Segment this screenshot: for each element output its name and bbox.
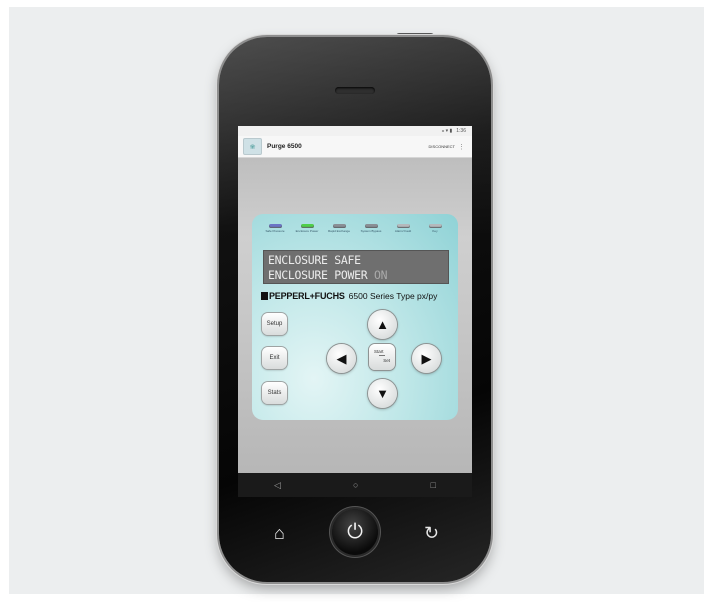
set-label: Set [383,358,390,363]
lcd-line-1: ENCLOSURE SAFE [268,253,361,267]
start-label: Start [374,349,384,354]
app-bar: ❀ Purge 6500 DISCONNECT ⋮ [238,136,472,158]
arrow-right-button[interactable]: ▶ [412,344,441,373]
led-system-bypass: System Bypass [356,224,386,234]
led-label: Alarm/ Fault [394,229,412,233]
brand-line: PEPPERL+FUCHS 6500 Series Type px/py [261,291,457,301]
power-button[interactable]: ⏻ [332,509,378,555]
lcd-line-2-suffix: ON [373,268,388,282]
status-bar: ⁎ ▾ ▮ 1:36 [238,126,472,136]
status-icons: ⁎ ▾ ▮ [441,128,453,134]
led-indicator [268,224,282,228]
power-icon: ⏻ [347,520,363,543]
overflow-menu-icon[interactable]: ⋮ [458,143,465,151]
disconnect-button[interactable]: DISCONNECT [429,144,455,149]
brand-logo-icon [261,292,268,300]
led-enclosure-power: Enclosure Power [292,224,322,234]
start-set-divider [379,355,385,356]
lcd-line-2: ENCLOSURE POWER ON [268,268,444,283]
led-rapid-exchange: Rapid Exchange [324,224,354,234]
led-indicator [332,224,346,228]
led-label: Enclosure Power [295,229,319,233]
app-title: Purge 6500 [267,143,302,150]
lcd-line-2-text: ENCLOSURE POWER [268,268,368,282]
purge-control-panel: Safe Pressure Enclosure Power Rapid Exch… [252,214,458,420]
exit-button[interactable]: Exit [262,347,287,369]
led-row: Safe Pressure Enclosure Power Rapid Exch… [260,224,450,234]
android-nav-bar: ◁ ○ □ [238,473,472,497]
status-time: 1:36 [456,128,466,134]
arrow-left-button[interactable]: ◀ [327,344,356,373]
led-indicator [300,224,314,228]
speaker-grille [335,87,375,94]
phone-screen: ⁎ ▾ ▮ 1:36 ❀ Purge 6500 DISCONNECT ⋮ Saf… [238,126,472,497]
led-key: Key [420,224,450,234]
brand-name: PEPPERL+FUCHS [269,291,345,301]
arrow-down-button[interactable]: ▼ [368,379,397,408]
nav-back-icon[interactable]: ◁ [274,480,281,491]
led-label: Rapid Exchange [327,229,350,233]
led-label: Key [432,229,438,233]
start-set-button[interactable]: Start Set [369,344,395,370]
brand-series: 6500 Series Type px/py [348,291,438,301]
led-alarm-fault: Alarm/ Fault [388,224,418,234]
home-hardware-icon[interactable]: ⌂ [274,524,285,542]
stats-button[interactable]: Stats [262,382,287,404]
led-safe-pressure: Safe Pressure [260,224,290,234]
nav-recent-icon[interactable]: □ [431,480,436,490]
led-label: Safe Pressure [265,229,285,233]
led-indicator [364,224,378,228]
back-hardware-icon[interactable]: ↻ [424,524,439,542]
lcd-display: ENCLOSURE SAFE ENCLOSURE POWER ON [263,250,449,284]
led-indicator [428,224,442,228]
led-indicator [396,224,410,228]
arrow-up-button[interactable]: ▲ [368,310,397,339]
led-label: System Bypass [360,229,382,233]
app-logo-icon: ❀ [243,138,262,155]
setup-button[interactable]: Setup [262,313,287,335]
nav-home-icon[interactable]: ○ [353,480,358,490]
